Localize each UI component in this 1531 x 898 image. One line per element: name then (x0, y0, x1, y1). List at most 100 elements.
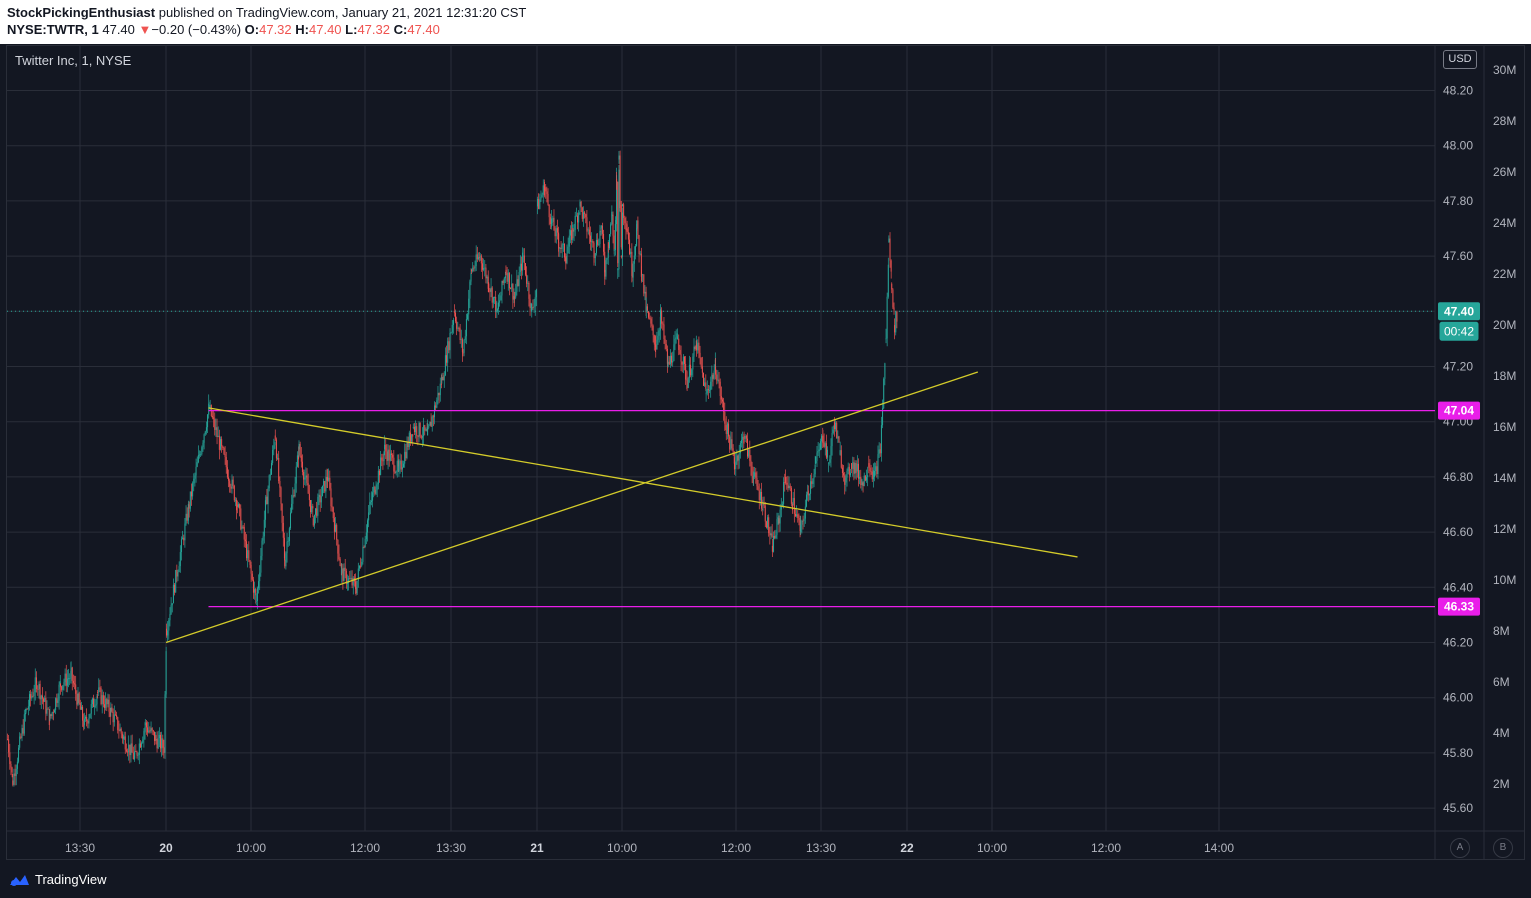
candle-body (581, 207, 583, 219)
candle-body (377, 470, 379, 485)
candle-body (841, 467, 843, 473)
candle-body (386, 451, 388, 461)
candle-body (98, 687, 100, 693)
candle-body (494, 296, 496, 298)
tradingview-logo[interactable]: TradingView (8, 872, 107, 887)
candle-body (673, 344, 675, 362)
price-tick-label: 47.60 (1443, 249, 1473, 263)
candle-body (675, 337, 677, 339)
candle-body (767, 517, 769, 528)
candle-body (479, 255, 481, 257)
candle-body (475, 254, 477, 267)
candle-body (565, 256, 567, 264)
candle-body (293, 495, 295, 497)
candle-body (216, 427, 218, 438)
candle-body (512, 283, 514, 300)
candle-body (534, 297, 536, 307)
candle-body (625, 223, 627, 231)
candle-body (874, 471, 876, 477)
candle-body (859, 477, 861, 479)
candle-body (632, 263, 634, 278)
auto-scale-button[interactable]: A (1450, 838, 1470, 858)
candle-body (50, 714, 52, 716)
candle-body (409, 432, 411, 442)
candle-body (88, 717, 90, 724)
candle-body (577, 215, 579, 223)
candle-body (770, 533, 772, 536)
candle-body (400, 460, 402, 470)
price-tick-label: 47.80 (1443, 194, 1473, 208)
candle-body (266, 496, 268, 505)
candle-body (243, 526, 245, 540)
candle-body (442, 377, 444, 381)
candle-body (471, 269, 473, 272)
candle-body (437, 392, 439, 401)
candle-body (236, 504, 238, 507)
candle-body (604, 269, 606, 277)
candle-body (93, 698, 95, 707)
candle-body (312, 506, 314, 509)
candle-body (802, 520, 804, 522)
candle-body (778, 518, 780, 524)
candle-body (296, 455, 298, 467)
candle-body (889, 238, 891, 261)
chart-legend-title[interactable]: Twitter Inc, 1, NYSE (15, 53, 131, 68)
candle-body (555, 228, 557, 237)
candle-body (439, 383, 441, 396)
candle-body (203, 434, 205, 443)
time-tick-label: 10:00 (236, 841, 266, 855)
candle-body (587, 229, 589, 231)
candle-body (566, 253, 568, 264)
candle-body (55, 698, 57, 711)
candle-body (237, 504, 239, 507)
candle-body (868, 463, 870, 468)
candle-body (561, 244, 563, 249)
candle-body (392, 454, 394, 458)
candle-body (863, 475, 865, 486)
currency-badge[interactable]: USD (1443, 50, 1477, 69)
candle-body (462, 352, 464, 354)
candle-body (412, 426, 414, 428)
candle-body (656, 339, 658, 350)
candle-body (268, 475, 270, 489)
candle-body (211, 416, 213, 418)
candle-body (411, 434, 413, 442)
candle-body (605, 259, 607, 277)
candle-body (506, 273, 508, 282)
candle-body (440, 383, 442, 385)
candle-body (538, 199, 540, 209)
candle-body (358, 565, 360, 569)
candle-body (242, 526, 244, 528)
candle-body (588, 229, 590, 236)
candle-body (575, 215, 577, 217)
candle-body (428, 425, 430, 428)
candle-body (681, 361, 683, 365)
grid-lines (7, 46, 1435, 831)
candle-body (769, 533, 771, 536)
candle-body (425, 429, 427, 431)
candle-body (434, 405, 436, 418)
candle-body (331, 506, 333, 508)
price-tick-label: 46.00 (1443, 691, 1473, 705)
candle-body (726, 423, 728, 434)
candle-body (813, 474, 815, 479)
candle-body (754, 472, 756, 477)
candle-body (697, 342, 699, 351)
candle-body (225, 457, 227, 468)
candle-body (693, 346, 695, 357)
candle-body (514, 297, 516, 299)
candle-body (510, 288, 512, 290)
time-tick-label: 12:00 (1091, 841, 1121, 855)
candle-body (662, 323, 664, 325)
candle-body (571, 230, 573, 240)
candle-body (20, 736, 22, 738)
candle-body (162, 738, 164, 748)
candle-body (43, 698, 45, 702)
candle-body (323, 481, 325, 486)
candle-body (80, 706, 82, 710)
log-scale-button[interactable]: B (1493, 838, 1513, 858)
candle-body (611, 214, 613, 216)
candle-body (730, 439, 732, 450)
candle-body (650, 318, 652, 324)
price-chart[interactable]: 48.2048.0047.8047.6047.4047.2047.0046.80… (0, 0, 1531, 862)
